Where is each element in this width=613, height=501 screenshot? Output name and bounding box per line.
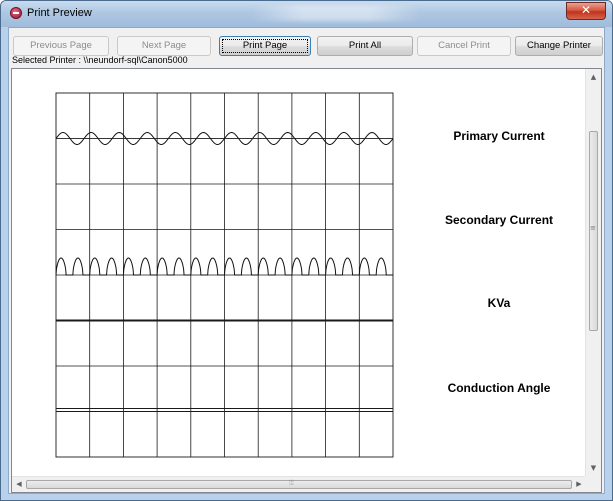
print-page-button[interactable]: Print Page bbox=[219, 36, 311, 56]
dialog-client-area: Previous Page Next Page Print Page Print… bbox=[8, 27, 605, 494]
next-page-button[interactable]: Next Page bbox=[117, 36, 211, 56]
preview-pane: Primary Current Secondary Current KVa Co… bbox=[11, 68, 602, 493]
title-bar[interactable]: Print Preview ✕ bbox=[1, 1, 612, 27]
horizontal-scroll-thumb[interactable]: ⦙⦙⦙ bbox=[26, 479, 572, 489]
selected-printer-label: Selected Printer : \\neundorf-sql\Canon5… bbox=[12, 55, 188, 65]
vertical-grip-icon: ≡ bbox=[590, 224, 596, 232]
previous-page-button[interactable]: Previous Page bbox=[13, 36, 109, 56]
horizontal-scrollbar[interactable]: ◀ ⦙⦙⦙ ▶ bbox=[12, 476, 586, 492]
title-glare bbox=[251, 5, 421, 21]
trace-label-conduction-angle: Conduction Angle bbox=[447, 381, 551, 395]
vertical-scroll-thumb[interactable]: ≡ bbox=[589, 131, 598, 331]
scroll-up-icon[interactable]: ▲ bbox=[589, 72, 598, 82]
window-title: Print Preview bbox=[27, 7, 92, 19]
app-icon bbox=[10, 7, 22, 19]
trace-label-kva: KVa bbox=[487, 296, 511, 310]
trace-label-primary-current: Primary Current bbox=[453, 129, 545, 143]
scroll-right-icon[interactable]: ▶ bbox=[574, 479, 584, 489]
trace-label-secondary-current: Secondary Current bbox=[444, 213, 554, 227]
vertical-scrollbar[interactable]: ▲ ≡ ▼ bbox=[585, 69, 601, 477]
cancel-print-button[interactable]: Cancel Print bbox=[417, 36, 511, 56]
horizontal-grip-icon: ⦙⦙⦙ bbox=[289, 479, 294, 487]
scroll-down-icon[interactable]: ▼ bbox=[589, 463, 598, 473]
print-preview-window: Print Preview ✕ Previous Page Next Page … bbox=[0, 0, 613, 501]
change-printer-button[interactable]: Change Printer bbox=[515, 36, 603, 56]
scrollbar-corner bbox=[585, 476, 601, 492]
close-button[interactable]: ✕ bbox=[566, 2, 606, 20]
print-all-button[interactable]: Print All bbox=[317, 36, 413, 56]
scroll-left-icon[interactable]: ◀ bbox=[14, 479, 24, 489]
